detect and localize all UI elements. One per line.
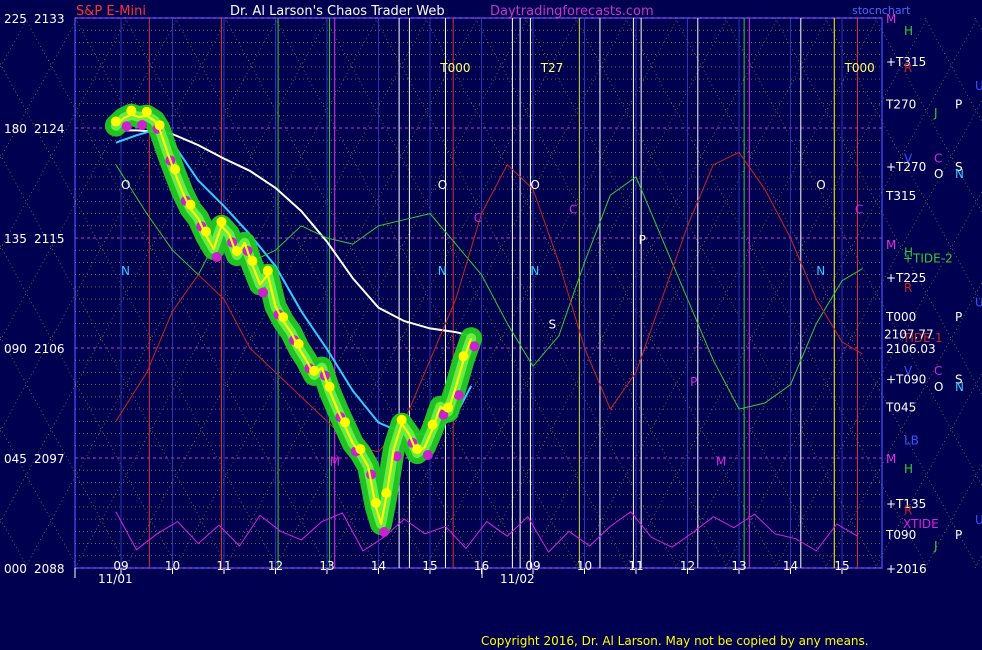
right-level-label: T000 (885, 310, 916, 324)
x-tick-label: 13 (319, 559, 334, 573)
chart-letter: N (530, 264, 539, 278)
time-marker: T000 (439, 61, 470, 75)
side-letter: H (904, 24, 913, 38)
x-tick-label: 15 (834, 559, 849, 573)
corner-tag: stocnchart (852, 4, 911, 17)
x-tick-label: 12 (268, 559, 283, 573)
price-point (211, 252, 222, 262)
right-level-label: T315 (885, 189, 916, 203)
price-point (379, 527, 390, 537)
chart-letter: N (438, 264, 447, 278)
legend-entry: +TIDE-2 (903, 252, 953, 266)
legend-entry: XTIDE (903, 517, 939, 531)
chart-letter: P (690, 375, 697, 389)
side-letter: J (933, 106, 938, 120)
x-tick-label: 14 (371, 559, 386, 573)
chart-letter: N (816, 264, 825, 278)
x-tick-label: 13 (731, 559, 746, 573)
right-level-label: T045 (885, 401, 916, 415)
y-angle-label: 135 (4, 232, 27, 246)
chart-canvas: 225 2133 180 2124 135 2115 090 2106 045 2097 000 20… (0, 0, 982, 650)
right-level-label: M (886, 238, 896, 252)
price-point (121, 121, 132, 132)
x-tick-label: 10 (577, 559, 592, 573)
y-price-label: 2088 (34, 562, 65, 576)
side-letter: U (975, 513, 982, 527)
last-price-label: 2107.77 (884, 327, 934, 341)
y-angle-label: 000 (4, 562, 27, 576)
x-tick-label: 10 (165, 559, 180, 573)
day-label: 11/02 (500, 572, 535, 586)
x-tick-label: 11 (628, 559, 643, 573)
price-point (137, 120, 148, 130)
chart-letter: S (548, 318, 556, 332)
y-angle-label: 225 (4, 12, 27, 26)
time-marker: T27 (540, 61, 564, 75)
side-letter: P (955, 98, 962, 112)
price-point (422, 450, 433, 460)
chart-title: Dr. Al Larson's Chaos Trader Web (230, 4, 445, 19)
right-level-label: M (886, 452, 896, 466)
site-link[interactable]: Daytradingforecasts.com (490, 4, 654, 19)
side-letter: U (975, 296, 982, 310)
y-price-label: 2124 (34, 122, 65, 136)
chart-letter: C (569, 203, 577, 217)
side-letter: O (934, 380, 943, 394)
x-tick-label: 11 (216, 559, 231, 573)
side-letter: J (933, 539, 938, 553)
side-letter: H (904, 462, 913, 476)
chart-letter: O (816, 178, 825, 192)
side-letter: P (955, 528, 962, 542)
side-letter: V (904, 151, 913, 165)
side-letter: C (934, 151, 942, 165)
y-angle-label: 180 (4, 122, 27, 136)
side-letter: U (975, 79, 982, 93)
y-price-label: 2133 (34, 12, 65, 26)
day-label: 11/01 (98, 572, 133, 586)
x-tick-label: 12 (680, 559, 695, 573)
open-price-label: 2106.03 (886, 342, 936, 356)
side-letter: V (904, 364, 913, 378)
price-point (258, 287, 269, 298)
side-letter: LB (904, 434, 919, 448)
right-level-label: T270 (885, 98, 916, 112)
time-marker: T000 (844, 61, 875, 75)
x-tick-label: 09 (113, 559, 128, 573)
chart-letter: M (716, 454, 726, 468)
side-letter: C (934, 364, 942, 378)
chart-letter: C (855, 203, 863, 217)
side-letter: R (904, 281, 912, 295)
chart-letter: P (639, 233, 646, 247)
y-angle-label: 090 (4, 342, 27, 356)
x-tick-label: 15 (422, 559, 437, 573)
y-price-label: 2097 (34, 452, 65, 466)
side-letter: N (955, 167, 964, 181)
chart-letter: O (530, 178, 539, 192)
side-letter: N (955, 380, 964, 394)
side-letter: R (904, 61, 912, 75)
right-level-label: +2016 (886, 562, 927, 576)
chart-letter: N (121, 264, 130, 278)
side-letter: P (955, 310, 962, 324)
y-price-label: 2106 (34, 342, 65, 356)
y-price-label: 2115 (34, 232, 65, 246)
chart-letter: O (438, 178, 447, 192)
side-letter: O (934, 167, 943, 181)
x-tick-label: 14 (783, 559, 798, 573)
symbol-title: S&P E-Mini (76, 4, 146, 19)
chart-letter: C (474, 211, 482, 225)
x-tick-label: 09 (525, 559, 540, 573)
y-angle-label: 045 (4, 452, 27, 466)
chart-letter: O (121, 178, 130, 192)
side-letter: R (904, 503, 912, 517)
copyright-notice: Copyright 2016, Dr. Al Larson. May not b… (481, 634, 869, 648)
chart-letter: M (330, 454, 340, 468)
